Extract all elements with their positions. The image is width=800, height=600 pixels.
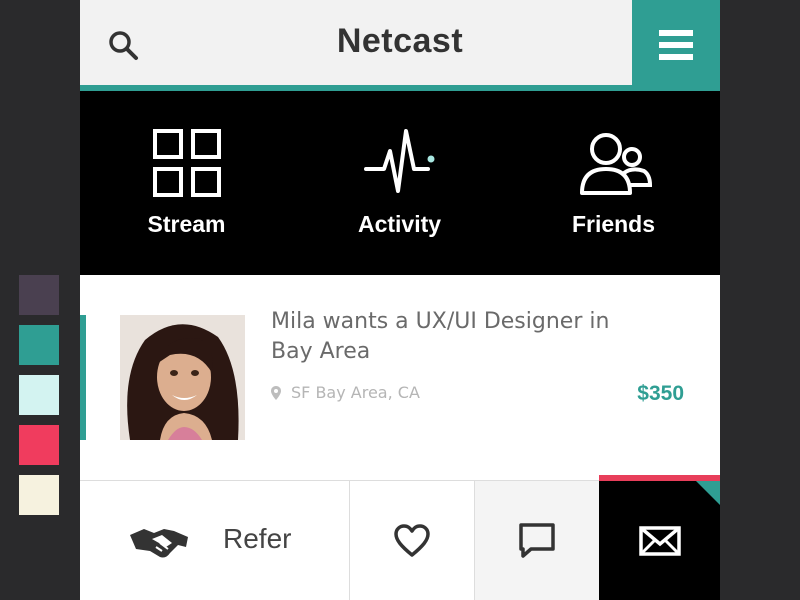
mail-corner-fold (696, 481, 720, 505)
card-accent-bar (80, 315, 86, 440)
hamburger-menu-icon (659, 30, 693, 36)
job-card[interactable]: Mila wants a UX/UI Designer in Bay Area … (80, 275, 720, 481)
nav-item-stream[interactable]: Stream (80, 91, 293, 275)
nav-label-stream: Stream (147, 211, 226, 237)
location-pin-icon (271, 385, 281, 400)
grid-icon (152, 129, 221, 197)
refer-label: Refer (223, 523, 292, 554)
action-bar: Refer (80, 475, 720, 600)
comment-button[interactable] (475, 481, 600, 600)
app-header: Netcast (80, 0, 720, 85)
swatch-1 (19, 275, 59, 315)
menu-button[interactable] (632, 0, 720, 85)
job-location: SF Bay Area, CA (271, 383, 420, 402)
nav-item-activity[interactable]: Activity (293, 91, 506, 275)
message-button[interactable] (599, 475, 720, 600)
users-icon (579, 133, 652, 195)
app-title: Netcast (336, 22, 464, 60)
swatch-2 (19, 325, 59, 365)
hamburger-line (659, 42, 693, 48)
handshake-icon (130, 529, 188, 558)
main-nav: Stream Activity Friends (80, 91, 720, 275)
refer-button[interactable]: Refer (80, 481, 350, 600)
nav-label-friends: Friends (571, 211, 656, 237)
pulse-icon (363, 129, 434, 193)
like-button[interactable] (350, 481, 475, 600)
swatch-3 (19, 375, 59, 415)
app-screen: Netcast Stream Activity Friends Mila wan… (80, 0, 720, 600)
profile-photo (120, 315, 245, 440)
job-location-text: SF Bay Area, CA (291, 383, 420, 402)
hamburger-line (659, 54, 693, 60)
heart-icon (394, 524, 430, 557)
swatch-5 (19, 475, 59, 515)
speech-bubble-icon (519, 523, 555, 558)
avatar (120, 315, 245, 440)
swatch-4 (19, 425, 59, 465)
nav-label-activity: Activity (357, 211, 442, 237)
job-title[interactable]: Mila wants a UX/UI Designer in Bay Area (271, 307, 631, 367)
color-palette (19, 275, 59, 525)
nav-item-friends[interactable]: Friends (507, 91, 720, 275)
job-price: $350 (637, 382, 684, 405)
envelope-icon (638, 526, 681, 556)
